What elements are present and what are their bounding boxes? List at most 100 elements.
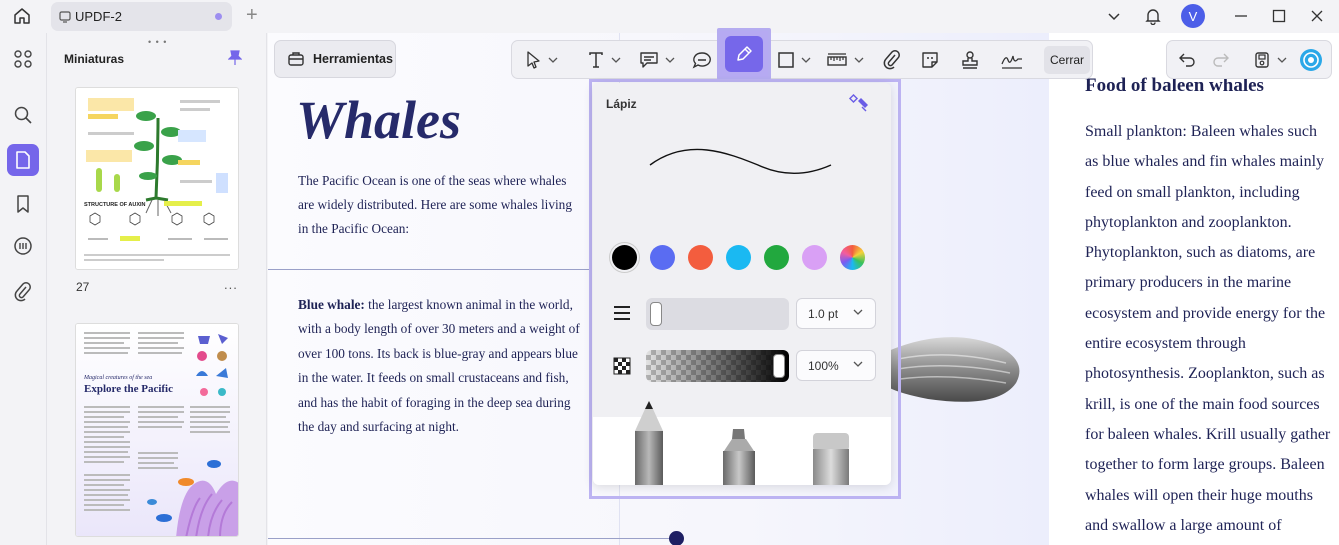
paperclip-icon [14, 282, 31, 302]
text-icon [589, 52, 603, 68]
sticker-tool[interactable] [918, 47, 942, 73]
pen-settings-icon[interactable] [848, 93, 870, 113]
pencil-icon [737, 46, 752, 61]
comment-tool[interactable] [690, 47, 714, 73]
tabs-dropdown-button[interactable] [1104, 5, 1124, 27]
rectangle-icon [778, 52, 794, 68]
document-icon [59, 10, 71, 23]
minimize-button[interactable] [1230, 5, 1252, 27]
text-tool[interactable] [584, 47, 624, 73]
color-swatches [611, 245, 871, 271]
color-swatch-cyan[interactable] [726, 245, 751, 270]
annotation-toolbar: Cerrar [511, 28, 1093, 80]
chevron-down-icon [1108, 13, 1120, 21]
line-thickness-icon [614, 306, 630, 320]
doc-intro-paragraph: The Pacific Ocean is one of the seas whe… [298, 173, 572, 236]
comment-icon [14, 237, 32, 255]
close-window-button[interactable] [1306, 5, 1328, 27]
maximize-button[interactable] [1268, 5, 1290, 27]
home-button[interactable] [10, 5, 34, 27]
opacity-icon [613, 357, 631, 375]
thumbnail-subheading: Magical creatures of the sea [83, 374, 152, 381]
thickness-slider-knob[interactable] [650, 302, 662, 326]
secondary-toolbar [1166, 40, 1332, 79]
pacific-page-preview: Magical creatures of the sea Explore the… [76, 324, 238, 536]
rail-organize-button[interactable] [7, 43, 39, 75]
opacity-select[interactable]: 100% [796, 350, 876, 381]
document-page-right: Food of baleen whales Small plankton: Ba… [1049, 33, 1339, 545]
opacity-slider-knob[interactable] [773, 354, 785, 378]
color-swatch-black[interactable] [612, 245, 637, 270]
redo-button[interactable] [1209, 47, 1233, 73]
home-icon [14, 8, 30, 24]
whale-image [888, 337, 1020, 402]
minimize-icon [1235, 15, 1247, 17]
rail-bookmarks-button[interactable] [7, 188, 39, 220]
save-button[interactable] [1251, 47, 1289, 73]
note-tool[interactable] [636, 47, 678, 73]
opacity-slider[interactable] [646, 350, 789, 382]
select-tool[interactable] [522, 47, 562, 73]
chevron-down-icon [611, 57, 621, 63]
measure-tool[interactable] [824, 47, 866, 73]
blue-whale-paragraph: Blue whale: the largest known animal in … [298, 293, 583, 439]
left-rail [0, 33, 47, 545]
opacity-value: 100% [808, 358, 839, 373]
paperclip-icon [883, 50, 900, 70]
bell-icon [1145, 9, 1161, 25]
stamp-tool[interactable] [958, 47, 982, 73]
rail-thumbnails-button[interactable] [7, 144, 39, 176]
speech-bubble-icon [692, 52, 711, 69]
close-toolbar-button[interactable]: Cerrar [1044, 46, 1090, 74]
attach-tool[interactable] [880, 47, 904, 73]
pencil-tool[interactable] [725, 36, 763, 72]
document-tab[interactable]: UPDF-2 [51, 2, 232, 31]
maximize-icon [1272, 9, 1286, 23]
tools-button[interactable]: Herramientas [274, 40, 396, 78]
avatar[interactable]: V [1181, 4, 1205, 28]
sticker-icon [922, 52, 938, 68]
unsaved-dot [215, 13, 222, 20]
search-icon [14, 106, 32, 124]
shape-tool[interactable] [774, 47, 814, 73]
stamp-icon [962, 51, 978, 69]
notifications-button[interactable] [1142, 5, 1164, 27]
chevron-down-icon [853, 309, 863, 315]
thumbnail-page-number: 27 [76, 280, 90, 294]
blue-whale-label: Blue whale: [298, 297, 365, 312]
custom-color-picker[interactable] [840, 245, 865, 270]
ai-assistant-button[interactable] [1297, 47, 1325, 73]
color-swatch-green[interactable] [764, 245, 789, 270]
pencil-pen-option[interactable] [633, 401, 665, 485]
bookmark-icon [17, 195, 29, 213]
doc-title: Whales [296, 90, 462, 150]
ai-assistant-icon [1300, 49, 1322, 71]
color-swatch-red[interactable] [688, 245, 713, 270]
rail-search-button[interactable] [7, 99, 39, 131]
auxin-page-preview: STRUCTURE OF AUXIN [76, 88, 238, 269]
panel-grip[interactable]: • • • [148, 37, 167, 47]
tools-label: Herramientas [313, 52, 393, 66]
thumbnail-page-27[interactable]: STRUCTURE OF AUXIN [75, 87, 239, 270]
pencil-tool-highlight [717, 28, 771, 80]
blue-whale-text: the largest known animal in the world, w… [298, 297, 580, 435]
close-icon [1311, 10, 1323, 22]
toolbox-icon [288, 52, 304, 66]
thumbnails-panel: • • • Miniaturas STRUCTURE OF AUXIN 27 .… [48, 33, 267, 545]
marker-pen-option[interactable] [720, 429, 758, 485]
color-swatch-lavender[interactable] [802, 245, 827, 270]
undo-button[interactable] [1175, 47, 1199, 73]
eraser-option[interactable] [811, 433, 851, 485]
chevron-down-icon [801, 57, 811, 63]
rail-comments-button[interactable] [7, 230, 39, 262]
pin-icon[interactable] [228, 50, 242, 66]
thumbnail-page-28[interactable]: Magical creatures of the sea Explore the… [75, 323, 239, 537]
thickness-slider[interactable] [646, 298, 789, 330]
thickness-select[interactable]: 1.0 pt [796, 298, 876, 329]
rail-attachments-button[interactable] [7, 276, 39, 308]
page-icon [16, 151, 30, 169]
color-swatch-blue[interactable] [650, 245, 675, 270]
thumbnail-more-button[interactable]: ... [224, 277, 238, 292]
new-tab-button[interactable]: + [246, 5, 262, 26]
signature-tool[interactable] [998, 47, 1026, 73]
